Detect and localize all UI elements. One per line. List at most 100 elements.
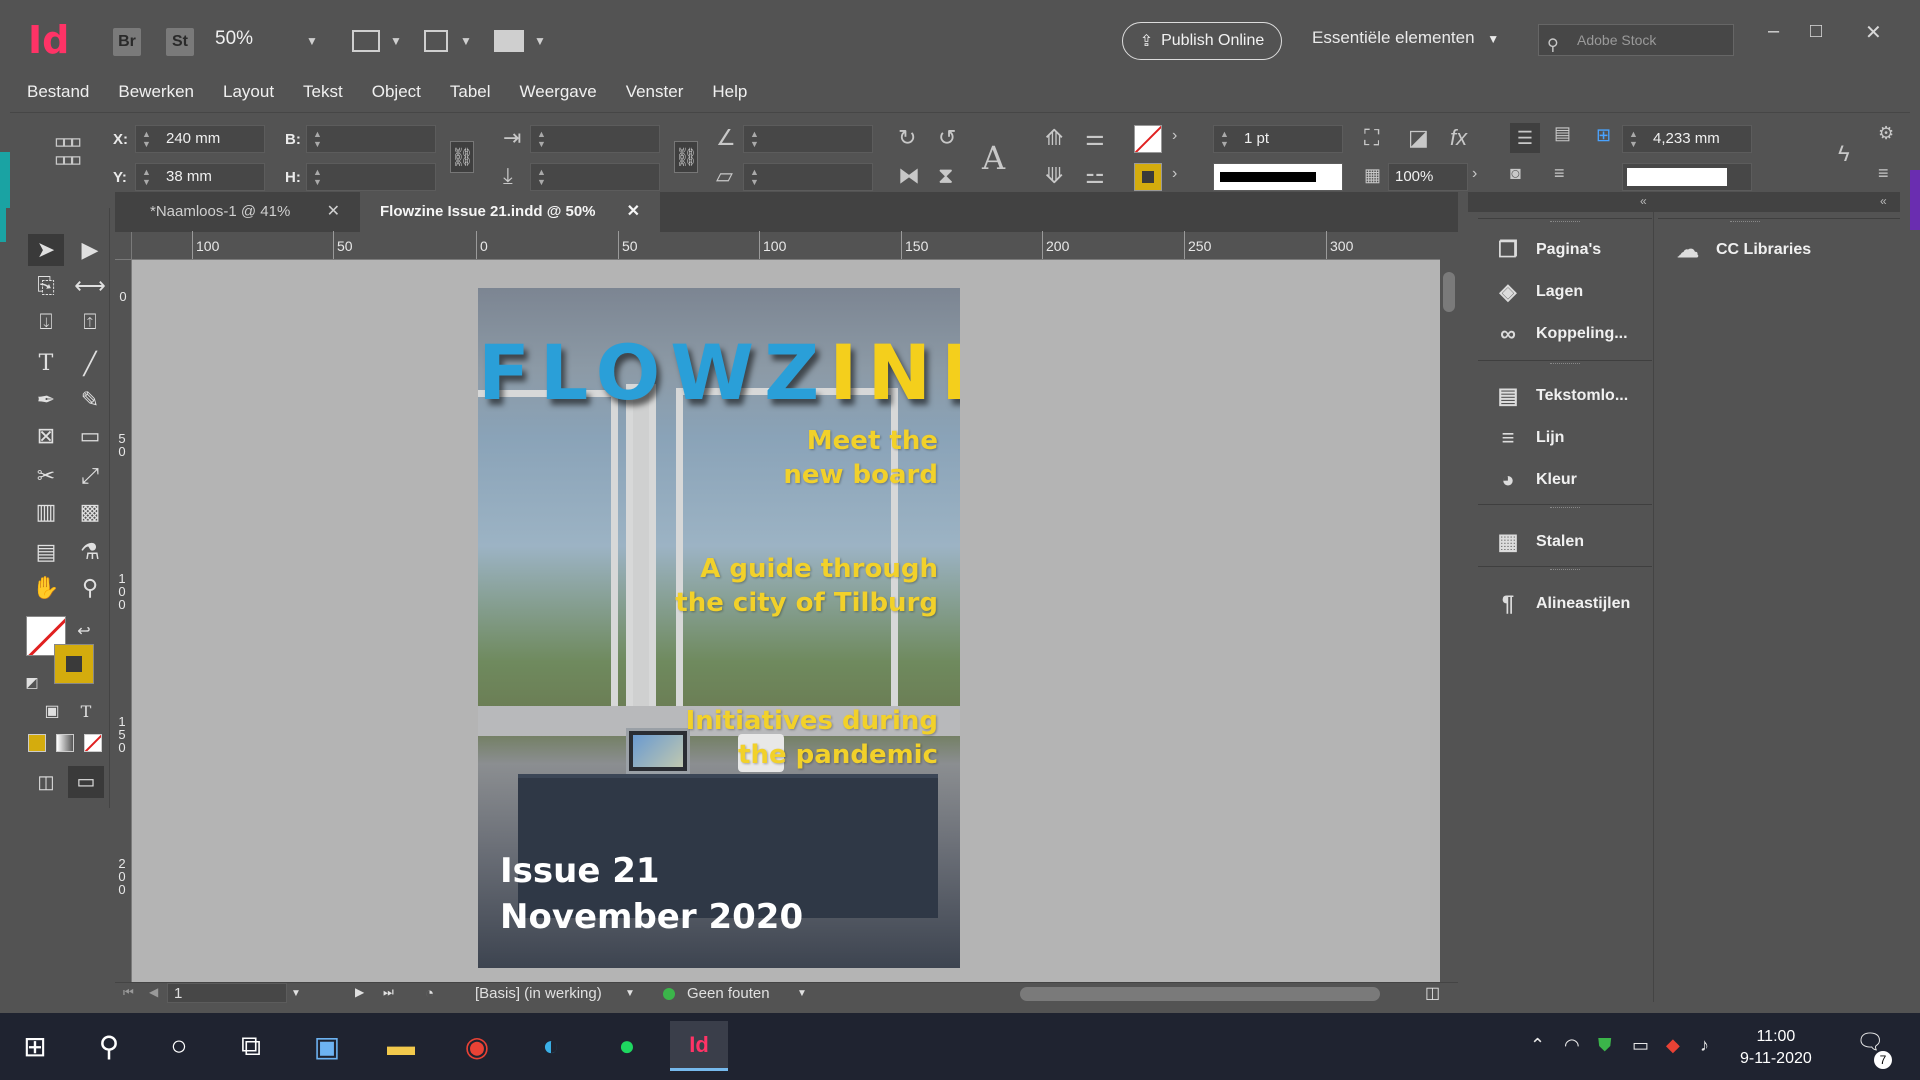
fit-frame-icon[interactable]: ⛶ <box>1364 125 1379 151</box>
object-style-select[interactable] <box>1622 163 1752 191</box>
quick-actions-icon[interactable]: ϟ <box>1838 141 1850 167</box>
panel-text-wrap[interactable]: ▤ Tekstomlo... <box>1494 380 1629 412</box>
chevron-right-icon[interactable]: › <box>1172 127 1177 145</box>
menu-help[interactable]: Help <box>712 82 747 102</box>
app-tray-icon[interactable]: ◆ <box>1666 1035 1680 1056</box>
eyedropper-tool-icon[interactable]: ⚗ <box>72 536 108 568</box>
spacing-field[interactable]: ▲ ▼ 4,233 mm <box>1622 125 1752 153</box>
page-number-field[interactable]: 1 <box>167 983 287 1003</box>
collapse-icon[interactable]: « <box>1640 194 1647 208</box>
panel-cc-libraries[interactable]: ☁ CC Libraries <box>1674 234 1811 266</box>
selection-tool-icon[interactable]: ➤ <box>28 234 64 266</box>
app-icon[interactable]: ▣ <box>298 1021 356 1071</box>
flip-horizontal-icon[interactable]: ⧓ <box>898 163 920 189</box>
maximize-icon[interactable]: □ <box>1810 20 1822 43</box>
select-prev-object-icon[interactable]: ⚍ <box>1085 163 1105 189</box>
menu-tabel[interactable]: Tabel <box>450 82 491 102</box>
panel-layers[interactable]: ◈ Lagen <box>1494 276 1584 308</box>
default-colors-icon[interactable]: ◩ <box>22 666 42 698</box>
rotation-field[interactable]: ▲ ▼ <box>743 125 873 153</box>
formatting-text-icon[interactable]: T <box>68 696 104 728</box>
chevron-down-icon[interactable]: ▼ <box>534 34 546 48</box>
menu-tekst[interactable]: Tekst <box>303 82 343 102</box>
type-tool-icon[interactable]: T <box>28 348 64 380</box>
panel-swatches[interactable]: ▦ Stalen <box>1494 526 1584 558</box>
reference-point-icon[interactable]: ▫▫▫ ▫▫▫ <box>54 125 82 177</box>
cortana-icon[interactable]: ○ <box>150 1021 208 1071</box>
menu-bestand[interactable]: Bestand <box>27 82 89 102</box>
stepper-icon[interactable]: ▲ ▼ <box>313 167 322 187</box>
stepper-icon[interactable]: ▲ ▼ <box>1220 129 1229 149</box>
last-page-icon[interactable]: ⏭ <box>383 985 394 1000</box>
headline-tilburg[interactable]: A guide through the city of Tilburg <box>675 552 938 620</box>
first-page-icon[interactable]: ⏮ <box>123 985 134 1000</box>
minimize-icon[interactable]: – <box>1768 20 1779 43</box>
drop-shadow-icon[interactable]: ◪ <box>1408 125 1429 151</box>
select-next-object-icon[interactable]: ⚌ <box>1085 125 1105 151</box>
screen-mode-icon[interactable] <box>424 30 448 52</box>
scale-y-field[interactable]: ▲ ▼ <box>530 163 660 191</box>
menu-weergave[interactable]: Weergave <box>520 82 597 102</box>
zoom-tool-icon[interactable]: ⚲ <box>72 572 108 604</box>
swap-colors-icon[interactable]: ↩ <box>74 616 94 648</box>
shear-field[interactable]: ▲ ▼ <box>743 163 873 191</box>
chrome-icon[interactable]: ◉ <box>448 1021 506 1071</box>
view-options-icon[interactable] <box>352 30 380 52</box>
apply-none-icon[interactable] <box>84 734 102 752</box>
gear-icon[interactable]: ⚙ <box>1878 123 1894 144</box>
text-affects-icon[interactable]: A <box>982 139 1005 177</box>
preflight-style[interactable]: [Basis] (in werking) <box>475 985 602 1002</box>
zoom-level[interactable]: 50% <box>215 28 253 50</box>
direct-selection-tool-icon[interactable]: ▶ <box>72 234 108 266</box>
collapse-icon[interactable]: « <box>1880 194 1887 208</box>
arrange-documents-icon[interactable] <box>494 30 524 52</box>
chevron-up-icon[interactable]: ⌃ <box>1530 1035 1545 1056</box>
file-explorer-icon[interactable]: ▬ <box>372 1021 430 1071</box>
chevron-down-icon[interactable]: ▼ <box>390 34 402 48</box>
close-icon[interactable]: ✕ <box>327 192 340 232</box>
stepper-icon[interactable]: ▲ ▼ <box>142 129 151 149</box>
menu-object[interactable]: Object <box>372 82 421 102</box>
vertical-scrollbar[interactable] <box>1440 232 1458 982</box>
edge-icon[interactable]: ◐ <box>522 1021 580 1071</box>
issue-info[interactable]: Issue 21 November 2020 <box>500 848 803 940</box>
constrain-proportions-icon[interactable]: ⛓ <box>450 141 474 173</box>
ruler-origin[interactable] <box>115 232 132 260</box>
preflight-profile-icon[interactable]: ◔ <box>425 985 434 1002</box>
fill-swatch-none[interactable] <box>1134 125 1162 153</box>
preflight-errors[interactable]: Geen fouten <box>687 985 770 1002</box>
normal-mode-icon[interactable]: ◫ <box>28 766 64 798</box>
rectangle-tool-icon[interactable]: ▭ <box>72 420 108 452</box>
panel-grip[interactable] <box>1658 218 1900 224</box>
magazine-title[interactable]: FLOWZINE <box>478 328 960 417</box>
formatting-container-icon[interactable]: ▣ <box>34 696 70 728</box>
apply-color-icon[interactable] <box>28 734 46 752</box>
screen-mode-icon[interactable]: ▭ <box>68 766 104 798</box>
stepper-icon[interactable]: ▲ ▼ <box>537 167 546 187</box>
chevron-down-icon[interactable]: ▼ <box>460 34 472 48</box>
page-tool-icon[interactable]: ⎘ <box>28 270 64 302</box>
pen-tool-icon[interactable]: ✒ <box>28 384 64 416</box>
stepper-icon[interactable]: ▲ ▼ <box>313 129 322 149</box>
panel-links[interactable]: ∞ Koppeling... <box>1494 318 1627 350</box>
panel-color[interactable]: ◕ Kleur <box>1494 464 1577 496</box>
note-tool-icon[interactable]: ▤ <box>28 536 64 568</box>
stepper-icon[interactable]: ▲ ▼ <box>750 129 759 149</box>
prev-page-icon[interactable]: ◀ <box>149 985 158 999</box>
tab-flowzine[interactable]: Flowzine Issue 21.indd @ 50% ✕ <box>360 192 660 232</box>
line-tool-icon[interactable]: ╱ <box>72 348 108 380</box>
chevron-down-icon[interactable]: ▼ <box>797 988 807 999</box>
y-field[interactable]: ▲ ▼ 38 mm <box>135 163 265 191</box>
scale-x-icon[interactable]: ⇥ <box>503 125 521 151</box>
text-wrap-box-icon[interactable]: ▤ <box>1554 123 1571 144</box>
next-page-icon[interactable]: ▶ <box>355 985 364 999</box>
select-content-icon[interactable]: ⟱ <box>1045 163 1063 189</box>
shear-angle-icon[interactable]: ▱ <box>716 163 733 189</box>
chevron-right-icon[interactable]: › <box>1172 165 1177 183</box>
volume-icon[interactable]: ♪ <box>1700 1035 1709 1056</box>
menu-venster[interactable]: Venster <box>626 82 684 102</box>
x-field[interactable]: ▲ ▼ 240 mm <box>135 125 265 153</box>
stepper-icon[interactable]: ▲ ▼ <box>537 129 546 149</box>
chevron-right-icon[interactable]: › <box>1472 165 1477 183</box>
pencil-tool-icon[interactable]: ✎ <box>72 384 108 416</box>
